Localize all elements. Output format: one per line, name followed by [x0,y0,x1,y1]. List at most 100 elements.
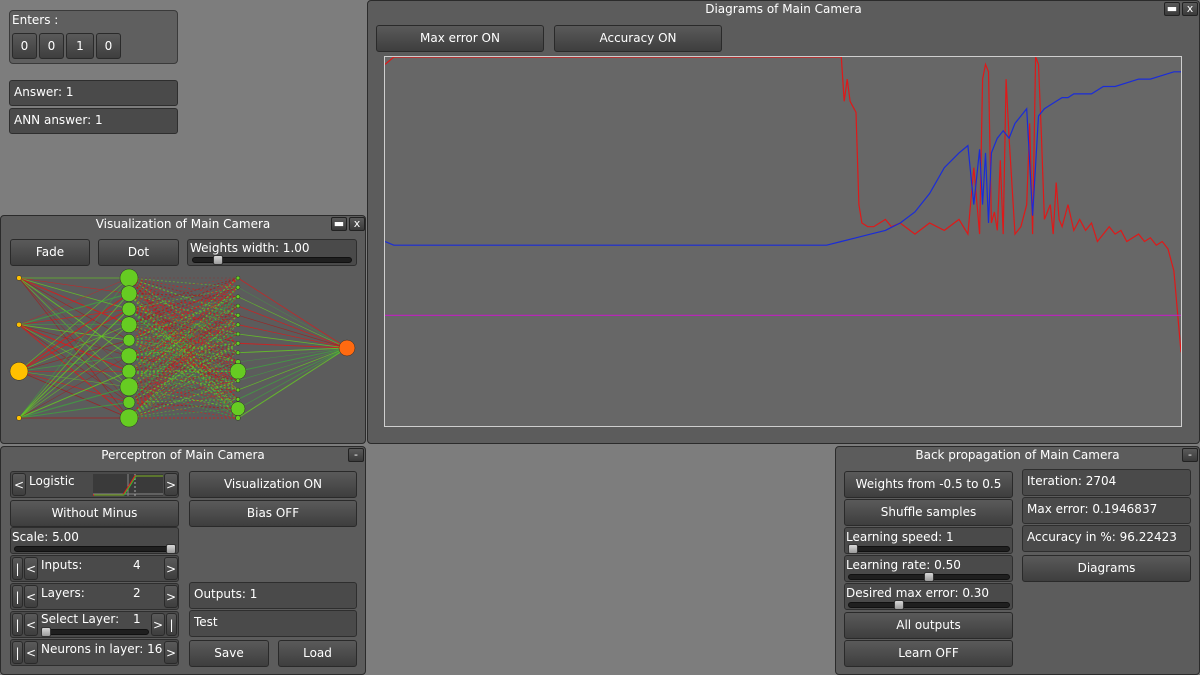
hidden2-neuron-12 [235,387,241,393]
diagrams-window: Diagrams of Main Camera ▬ x Max error ON… [367,0,1200,444]
learning-speed-slider-track[interactable] [848,546,1010,552]
answer-label: Answer: 1 [9,80,178,106]
perceptron-minimize-button[interactable]: - [348,448,364,462]
desired-max-error-slider-track[interactable] [848,602,1010,608]
connection-2-4-0 [237,314,348,349]
select-layer-prev-button[interactable]: < [24,613,38,636]
enters-title: Enters : [12,13,59,27]
hidden2-neuron-3 [235,303,241,309]
learning-speed-label: Learning speed: 1 [846,530,954,544]
desired-max-error-slider-thumb[interactable] [893,600,904,609]
enter-input-3[interactable]: 0 [96,33,121,59]
visualization-close-button[interactable]: x [349,217,365,231]
backprop-window: Back propagation of Main Camera - Weight… [835,446,1200,675]
accuracy-toggle-button[interactable]: Accuracy ON [554,25,722,52]
select-layer-first-button[interactable]: | [12,613,23,636]
inputs-label: Inputs: [41,558,83,572]
learning-rate-slider-thumb[interactable] [924,572,934,581]
hidden2-neuron-8 [235,350,241,355]
hidden1-neuron-5 [120,347,138,365]
enter-input-1[interactable]: 0 [39,33,64,59]
learning-speed-slider-thumb[interactable] [848,544,858,553]
input-neuron-0 [16,275,22,281]
inputs-value: 4 [133,558,141,572]
hidden2-neuron-0 [235,275,241,281]
weights-width-slider-thumb[interactable] [213,255,224,265]
connection-2-1-0 [237,287,348,349]
neurons-control: | < Neurons in layer: 16 > [10,639,179,666]
connection-2-15-0 [237,347,348,419]
activation-next-button[interactable]: > [164,473,178,496]
select-layer-next-button[interactable]: > [151,613,165,636]
enter-input-0[interactable]: 0 [12,33,37,59]
layers-control: | < Layers: 2 > [10,583,179,610]
accuracy-label: Accuracy in %: 96.22423 [1022,525,1191,552]
diagram-chart [385,57,1181,353]
hidden1-neuron-3 [120,316,138,333]
learn-off-button[interactable]: Learn OFF [844,640,1013,667]
perceptron-window: Perceptron of Main Camera - < Logistic >… [0,446,366,675]
learning-rate-control: Learning rate: 0.50 [844,555,1013,582]
hidden1-neuron-6 [121,364,137,379]
connection-0-3-5 [18,355,130,419]
test-input[interactable]: Test [189,610,357,637]
connection-2-11-0 [237,347,348,381]
connection-0-0-2 [18,277,130,310]
bias-off-button[interactable]: Bias OFF [189,500,357,527]
select-layer-control: | < Select Layer: 1 > | [10,611,179,638]
hidden2-neuron-6 [235,331,241,337]
select-layer-value: 1 [133,612,141,626]
neurons-min-button[interactable]: | [12,641,23,664]
connection-0-3-1 [18,293,130,419]
backprop-minimize-button[interactable]: - [1182,448,1198,462]
input-neuron-1 [16,321,22,328]
connection-2-14-0 [237,347,348,410]
layers-label: Layers: [41,586,85,600]
connection-0-3-4 [18,339,130,419]
select-layer-label: Select Layer: [41,612,120,626]
learning-rate-label: Learning rate: 0.50 [846,558,961,572]
diagrams-button[interactable]: Diagrams [1022,555,1191,582]
select-layer-slider-thumb[interactable] [41,627,51,637]
neurons-decrease-button[interactable]: < [24,641,38,664]
chart-series-line-0 [385,57,1181,353]
diagrams-minimize-button[interactable]: ▬ [1164,2,1180,16]
inputs-min-button[interactable]: | [12,557,23,580]
desired-max-error-control: Desired max error: 0.30 [844,583,1013,610]
max-error-label: Max error: 0.1946837 [1022,497,1191,524]
hidden2-neuron-13 [235,397,241,402]
visualization-minimize-button[interactable]: ▬ [331,217,347,231]
activation-prev-button[interactable]: < [12,473,26,496]
save-button[interactable]: Save [189,640,269,667]
shuffle-samples-button[interactable]: Shuffle samples [844,499,1013,526]
output-neuron-0 [338,339,356,357]
visualization-window: Visualization of Main Camera ▬ x Fade Do… [0,215,366,444]
enters-panel: Enters : 0 0 1 0 [9,10,178,64]
inputs-increase-button[interactable]: > [164,557,178,580]
fade-button[interactable]: Fade [10,239,90,266]
layers-increase-button[interactable]: > [164,585,178,608]
all-outputs-button[interactable]: All outputs [844,612,1013,639]
select-layer-last-button[interactable]: | [166,613,177,636]
diagrams-close-button[interactable]: x [1182,2,1198,16]
scale-slider-thumb[interactable] [166,544,176,553]
select-layer-slider-track[interactable] [41,629,149,635]
enter-input-2[interactable]: 1 [66,33,94,59]
connection-2-12-0 [237,347,348,391]
connection-0-3-8 [18,401,130,419]
dot-button[interactable]: Dot [98,239,179,266]
connection-0-0-1 [18,277,130,294]
hidden2-neuron-10 [229,363,247,380]
scale-slider-track[interactable] [14,546,176,552]
inputs-decrease-button[interactable]: < [24,557,38,580]
desired-max-error-label: Desired max error: 0.30 [846,586,990,600]
load-button[interactable]: Load [278,640,357,667]
without-minus-button[interactable]: Without Minus [10,500,179,527]
neurons-increase-button[interactable]: > [164,641,178,664]
max-error-toggle-button[interactable]: Max error ON [376,25,544,52]
layers-min-button[interactable]: | [12,585,23,608]
weights-range-button[interactable]: Weights from -0.5 to 0.5 [844,471,1013,498]
visualization-on-button[interactable]: Visualization ON [189,471,357,498]
layers-decrease-button[interactable]: < [24,585,38,608]
hidden2-neuron-2 [235,294,241,299]
